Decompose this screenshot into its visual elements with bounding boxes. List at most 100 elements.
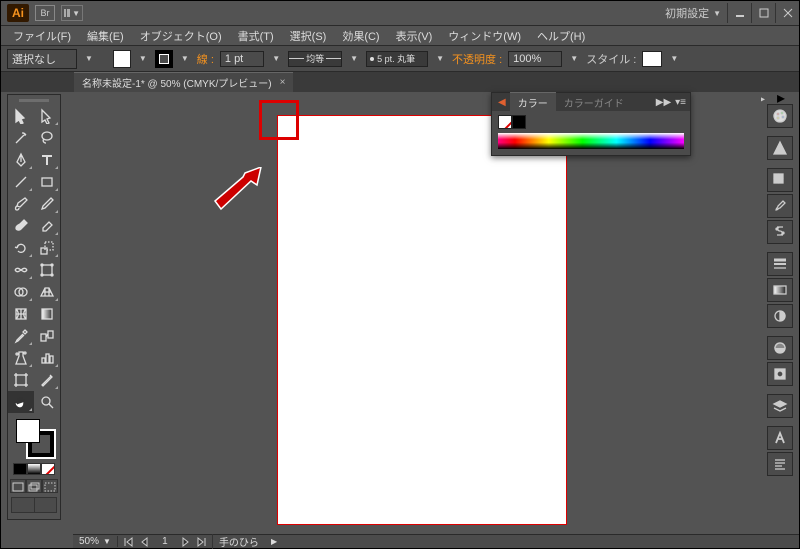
rotate-tool[interactable] — [8, 237, 34, 259]
tools-panel-grip[interactable] — [8, 95, 60, 105]
magic-wand-tool[interactable] — [8, 127, 34, 149]
pencil-tool[interactable] — [34, 193, 60, 215]
swatches-panel-button[interactable] — [767, 168, 793, 192]
color-guide-panel-button[interactable] — [767, 136, 793, 160]
graphic-style-dropdown[interactable] — [642, 51, 662, 67]
stroke-profile-dropdown[interactable]: 均等 — [288, 51, 342, 67]
fill-swatch[interactable] — [113, 50, 131, 68]
color-tab[interactable]: カラー — [510, 92, 556, 112]
canvas[interactable] — [73, 92, 761, 536]
panel-collapse-icon[interactable]: ◀ — [498, 97, 510, 108]
artboard-tool[interactable] — [8, 369, 34, 391]
mesh-tool[interactable] — [8, 303, 34, 325]
transparency-panel-button[interactable] — [767, 304, 793, 328]
color-black-swatch[interactable] — [512, 115, 526, 129]
window-maximize-button[interactable] — [751, 3, 775, 23]
status-bar: 50%▼ 1 手のひら ▶ — [73, 534, 799, 548]
blob-brush-tool[interactable] — [8, 215, 34, 237]
symbol-sprayer-tool[interactable] — [8, 347, 34, 369]
workspace-switcher[interactable]: 初期設定 ▼ — [653, 5, 727, 21]
first-artboard-button[interactable] — [122, 536, 136, 548]
stroke-panel-button[interactable] — [767, 252, 793, 276]
zoom-dropdown[interactable]: 50%▼ — [73, 536, 118, 547]
eyedropper-tool[interactable] — [8, 325, 34, 347]
menu-effect[interactable]: 効果(C) — [334, 28, 387, 44]
menu-window[interactable]: ウィンドウ(W) — [440, 28, 529, 44]
brush-definition-dropdown[interactable]: 5 pt. 丸筆 — [366, 51, 428, 67]
eraser-tool[interactable] — [34, 215, 60, 237]
brushes-panel-button[interactable] — [767, 194, 793, 218]
artboard[interactable] — [277, 115, 567, 525]
stroke-label: 線 : — [197, 51, 214, 67]
color-mode-button[interactable] — [13, 463, 27, 475]
free-transform-tool[interactable] — [34, 259, 60, 281]
dock-grip[interactable]: ▸ — [767, 94, 795, 102]
line-segment-tool[interactable] — [8, 171, 34, 193]
artboard-number[interactable]: 1 — [154, 536, 176, 547]
graphic-styles-panel-button[interactable] — [767, 362, 793, 386]
next-artboard-button[interactable] — [178, 536, 192, 548]
fill-stroke-indicator[interactable] — [14, 417, 54, 457]
shape-builder-tool[interactable] — [8, 281, 34, 303]
prev-artboard-button[interactable] — [138, 536, 152, 548]
gradient-mode-button[interactable] — [27, 463, 41, 475]
screen-mode-button[interactable] — [11, 497, 57, 513]
selection-indicator[interactable]: 選択なし — [7, 49, 77, 69]
color-none-swatch[interactable] — [498, 115, 512, 129]
draw-behind-button[interactable] — [26, 479, 42, 493]
menu-select[interactable]: 選択(S) — [282, 28, 335, 44]
symbols-panel-button[interactable] — [767, 220, 793, 244]
draw-inside-button[interactable] — [42, 479, 58, 493]
document-tab[interactable]: 名称未設定-1* @ 50% (CMYK/プレビュー) × — [74, 72, 293, 92]
column-graph-tool[interactable] — [34, 347, 60, 369]
scale-tool[interactable] — [34, 237, 60, 259]
gradient-panel-button[interactable] — [767, 278, 793, 302]
selection-tool[interactable] — [8, 105, 34, 127]
menu-view[interactable]: 表示(V) — [388, 28, 441, 44]
perspective-grid-tool[interactable] — [34, 281, 60, 303]
tools-panel — [7, 94, 61, 520]
menu-type[interactable]: 書式(T) — [230, 28, 282, 44]
color-spectrum[interactable] — [498, 133, 684, 149]
rectangle-tool[interactable] — [34, 171, 60, 193]
width-tool[interactable] — [8, 259, 34, 281]
appearance-panel-button[interactable] — [767, 336, 793, 360]
paintbrush-tool[interactable] — [8, 193, 34, 215]
gradient-tool[interactable] — [34, 303, 60, 325]
lasso-tool[interactable] — [34, 127, 60, 149]
type-tool[interactable] — [34, 149, 60, 171]
color-guide-tab[interactable]: カラーガイド — [556, 93, 632, 112]
menu-file[interactable]: ファイル(F) — [5, 28, 79, 44]
zoom-tool[interactable] — [34, 391, 60, 413]
blend-tool[interactable] — [34, 325, 60, 347]
menu-edit[interactable]: 編集(E) — [79, 28, 132, 44]
panel-menu-icon[interactable]: ▾≡ — [675, 97, 686, 108]
hand-tool[interactable] — [8, 391, 34, 413]
opacity-input[interactable]: 100% — [508, 51, 562, 67]
pen-tool[interactable] — [8, 149, 34, 171]
close-tab-icon[interactable]: × — [280, 77, 286, 88]
direct-selection-tool[interactable] — [34, 105, 60, 127]
layers-panel-button[interactable] — [767, 394, 793, 418]
stroke-weight-input[interactable]: 1 pt — [220, 51, 264, 67]
window-close-button[interactable] — [775, 3, 799, 23]
color-panel[interactable]: ◀ カラー カラーガイド ▶▶ ▾≡ — [491, 92, 691, 156]
status-menu-icon[interactable]: ▶ — [267, 537, 277, 546]
title-bar: Ai Br ▼ 初期設定 ▼ — [1, 1, 799, 26]
bridge-button[interactable]: Br — [35, 5, 55, 21]
slice-tool[interactable] — [34, 369, 60, 391]
color-panel-button[interactable] — [767, 104, 793, 128]
character-panel-button[interactable] — [767, 426, 793, 450]
stroke-swatch[interactable] — [155, 50, 173, 68]
arrange-documents-button[interactable]: ▼ — [61, 5, 83, 21]
window-minimize-button[interactable] — [727, 3, 751, 23]
fill-color-icon[interactable] — [16, 419, 40, 443]
draw-normal-button[interactable] — [10, 479, 26, 493]
panel-expand-icon[interactable]: ▶▶ — [656, 97, 671, 108]
none-mode-button[interactable] — [41, 463, 55, 475]
last-artboard-button[interactable] — [194, 536, 208, 548]
paragraph-panel-button[interactable] — [767, 452, 793, 476]
menu-object[interactable]: オブジェクト(O) — [132, 28, 230, 44]
current-tool-label: 手のひら — [212, 534, 267, 549]
menu-help[interactable]: ヘルプ(H) — [529, 28, 593, 44]
